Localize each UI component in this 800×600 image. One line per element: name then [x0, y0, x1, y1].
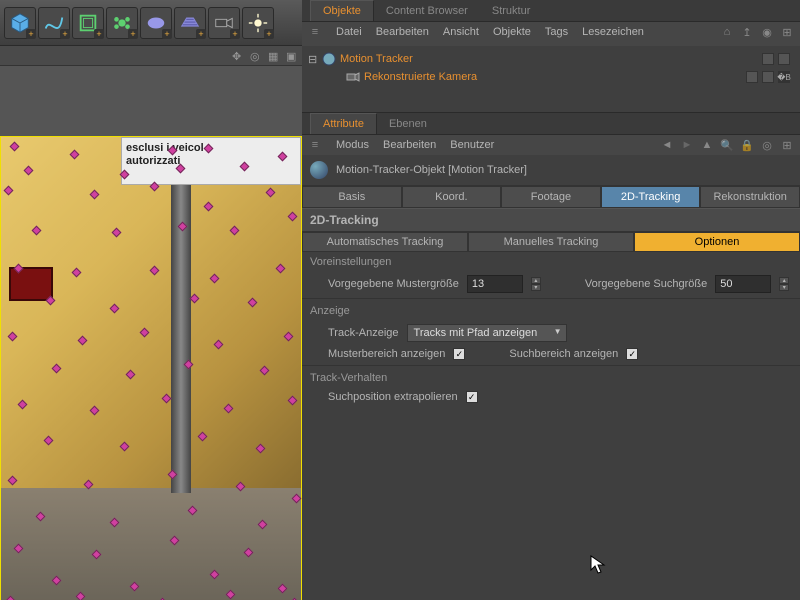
menu-datei[interactable]: Datei	[336, 26, 362, 38]
menu-ansicht[interactable]: Ansicht	[443, 26, 479, 38]
nav-up-icon[interactable]: ▲	[700, 139, 714, 151]
tab-koord[interactable]: Koord.	[402, 186, 502, 208]
spline-icon[interactable]: +	[38, 7, 70, 39]
tab-attribute[interactable]: Attribute	[310, 113, 377, 134]
tab-ebenen[interactable]: Ebenen	[377, 114, 439, 134]
target-icon[interactable]: ◎	[760, 139, 774, 151]
label-track-anzeige: Track-Anzeige	[328, 327, 399, 339]
nav-back-icon[interactable]: ◄	[660, 139, 674, 151]
vp-grid-icon[interactable]: ▦	[268, 50, 280, 62]
main-toolbar: + + + + + + + +	[0, 0, 302, 46]
floor-icon[interactable]: +	[174, 7, 206, 39]
up-icon[interactable]: ↥	[740, 26, 754, 38]
menu-bearbeiten-attr[interactable]: Bearbeiten	[383, 139, 436, 151]
cam-active-icon[interactable]: �B	[778, 71, 790, 83]
tab-2d-tracking[interactable]: 2D-Tracking	[601, 186, 701, 208]
object-title: Motion-Tracker-Objekt [Motion Tracker]	[336, 164, 527, 176]
light-icon[interactable]: +	[242, 7, 274, 39]
subtab-optionen[interactable]: Optionen	[634, 232, 800, 252]
label-musterbereich: Musterbereich anzeigen	[328, 348, 445, 360]
spinner-mustergroesse[interactable]: ▴▾	[531, 277, 541, 291]
label-suchgroesse: Vorgegebene Suchgröße	[585, 278, 707, 290]
camera-icon	[346, 70, 360, 84]
menu-lesezeichen[interactable]: Lesezeichen	[582, 26, 644, 38]
home-icon[interactable]: ⌂	[720, 26, 734, 38]
attributes-panel-tabs: Attribute Ebenen	[302, 113, 800, 135]
objects-menu-bar: ≡ Datei Bearbeiten Ansicht Objekte Tags …	[302, 22, 800, 42]
deformer-icon[interactable]: +	[106, 7, 138, 39]
menu-benutzer[interactable]: Benutzer	[450, 139, 494, 151]
section-2d-tracking: 2D-Tracking	[302, 208, 800, 232]
attribute-object-header: Motion-Tracker-Objekt [Motion Tracker]	[302, 155, 800, 186]
panel-menu-icon[interactable]: ≡	[308, 26, 322, 38]
object-tree: ⊟ Motion Tracker Rekonstruierte Kamera	[302, 46, 800, 112]
sky-icon[interactable]: +	[140, 7, 172, 39]
add-icon[interactable]: ⊞	[780, 139, 794, 151]
search-icon[interactable]: 🔍	[720, 139, 734, 151]
dropdown-track-anzeige[interactable]: Tracks mit Pfad anzeigen	[407, 324, 567, 342]
checkbox-musterbereich[interactable]: ✓	[453, 348, 465, 360]
menu-tags[interactable]: Tags	[545, 26, 568, 38]
tab-objekte[interactable]: Objekte	[310, 0, 374, 21]
vis-render-icon[interactable]	[762, 71, 774, 83]
viewport-header: ✥ ◎ ▦ ▣	[0, 46, 302, 66]
vp-max-icon[interactable]: ▣	[286, 50, 298, 62]
input-suchgroesse[interactable]	[715, 275, 771, 293]
checkbox-suchbereich[interactable]: ✓	[626, 348, 638, 360]
attributes-menu-bar: ≡ Modus Bearbeiten Benutzer ◄ ► ▲ 🔍 🔒 ◎ …	[302, 135, 800, 155]
subtab-manual-tracking[interactable]: Manuelles Tracking	[468, 232, 634, 252]
camera-icon[interactable]: +	[208, 7, 240, 39]
label-mustergroesse: Vorgegebene Mustergröße	[328, 278, 459, 290]
panel-menu-icon[interactable]: ≡	[308, 139, 322, 151]
plus-icon[interactable]: ⊞	[780, 26, 794, 38]
cube-icon[interactable]: +	[4, 7, 36, 39]
viewport[interactable]: esclusi i veicol autorizzati	[0, 66, 302, 600]
tab-basis[interactable]: Basis	[302, 186, 402, 208]
vp-move-icon[interactable]: ✥	[232, 50, 244, 62]
null-icon[interactable]: +	[72, 7, 104, 39]
attribute-mode-tabs: Basis Koord. Footage 2D-Tracking Rekonst…	[302, 186, 800, 208]
tree-item-motion-tracker[interactable]: ⊟ Motion Tracker	[308, 50, 794, 68]
tab-struktur[interactable]: Struktur	[480, 1, 543, 21]
label-suchposition: Suchposition extrapolieren	[328, 391, 458, 403]
checkbox-suchposition[interactable]: ✓	[466, 391, 478, 403]
footage-sign: esclusi i veicol autorizzati	[121, 137, 301, 185]
group-track-verhalten: Track-Verhalten	[302, 368, 800, 388]
vis-editor-icon[interactable]	[746, 71, 758, 83]
tracking-sub-tabs: Automatisches Tracking Manuelles Trackin…	[302, 232, 800, 252]
menu-modus[interactable]: Modus	[336, 139, 369, 151]
tab-content-browser[interactable]: Content Browser	[374, 1, 480, 21]
tab-rekonstruktion[interactable]: Rekonstruktion	[700, 186, 800, 208]
vis-render-icon[interactable]	[778, 53, 790, 65]
footage-frame: esclusi i veicol autorizzati	[0, 136, 302, 600]
input-mustergroesse[interactable]	[467, 275, 523, 293]
tab-footage[interactable]: Footage	[501, 186, 601, 208]
nav-fwd-icon[interactable]: ►	[680, 139, 694, 151]
lock-icon[interactable]: 🔒	[740, 139, 754, 151]
tree-item-camera[interactable]: Rekonstruierte Kamera �B	[308, 68, 794, 86]
tracker-icon	[322, 52, 336, 66]
group-anzeige: Anzeige	[302, 301, 800, 321]
eye-icon[interactable]: ◉	[760, 26, 774, 38]
menu-objekte[interactable]: Objekte	[493, 26, 531, 38]
label-suchbereich: Suchbereich anzeigen	[509, 348, 618, 360]
group-voreinstellungen: Voreinstellungen	[302, 252, 800, 272]
expand-icon[interactable]: ⊟	[308, 53, 318, 66]
vp-target-icon[interactable]: ◎	[250, 50, 262, 62]
vis-editor-icon[interactable]	[762, 53, 774, 65]
objects-panel-tabs: Objekte Content Browser Struktur	[302, 0, 800, 22]
tracker-icon	[310, 161, 328, 179]
subtab-auto-tracking[interactable]: Automatisches Tracking	[302, 232, 468, 252]
menu-bearbeiten[interactable]: Bearbeiten	[376, 26, 429, 38]
spinner-suchgroesse[interactable]: ▴▾	[779, 277, 789, 291]
